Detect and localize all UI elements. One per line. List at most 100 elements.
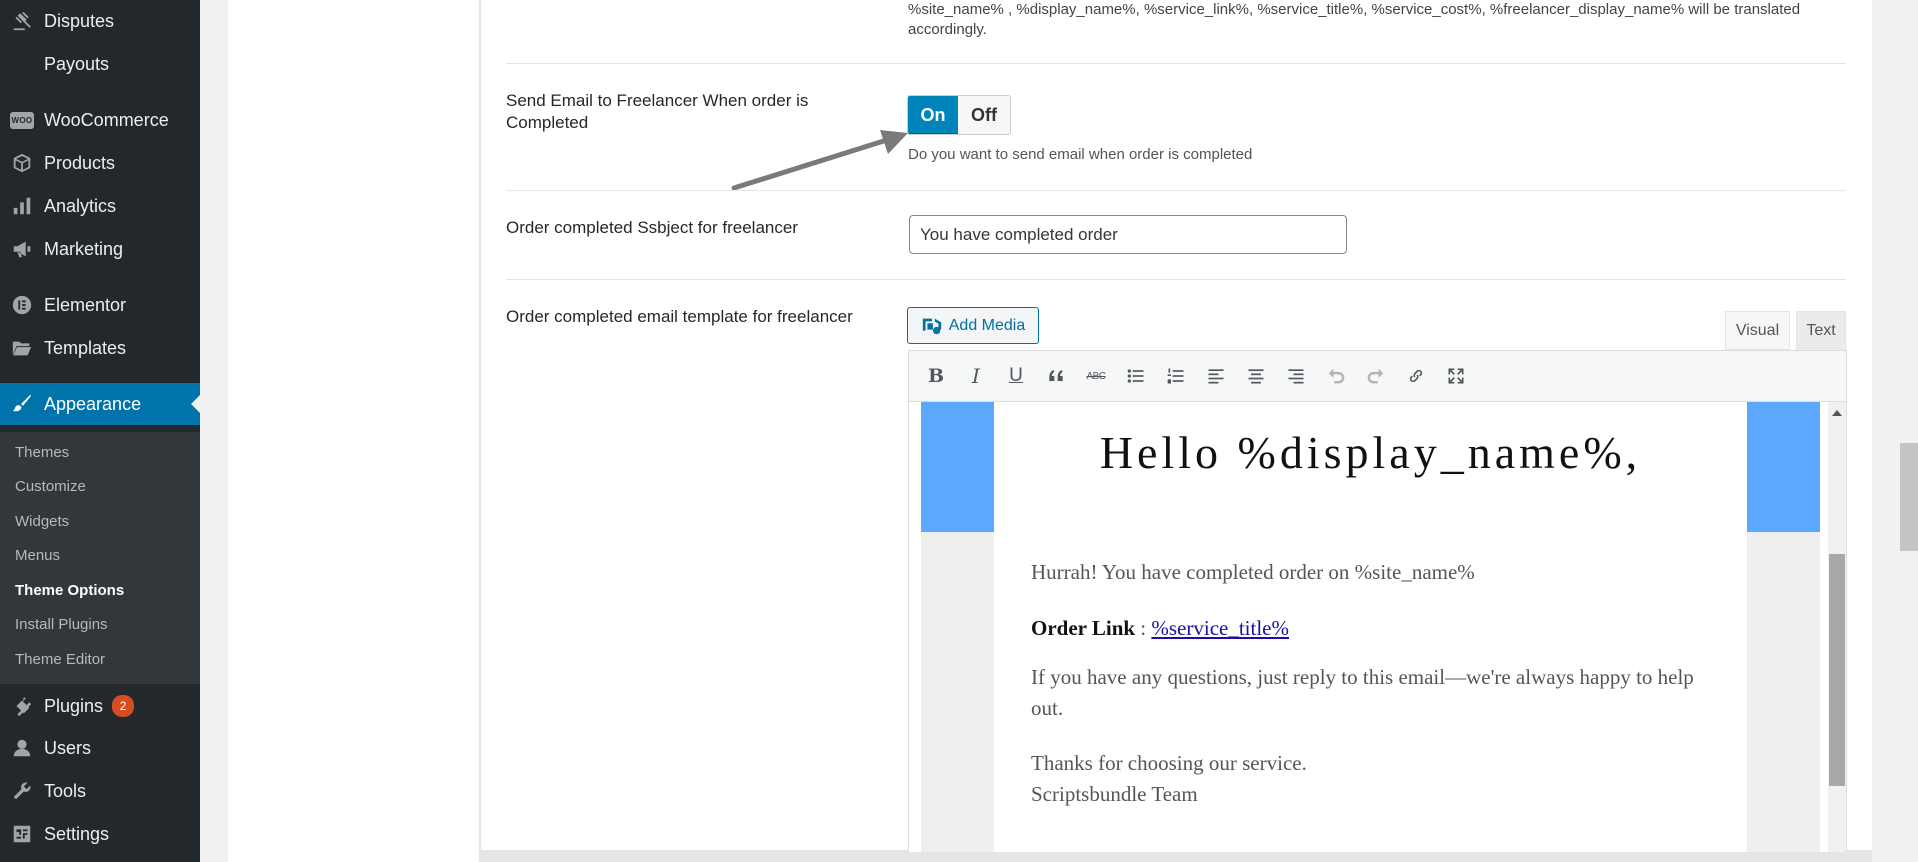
sidebar-item-label: Payouts (44, 53, 110, 74)
sidebar-item-templates[interactable]: Templates (0, 327, 200, 369)
align-left-icon (1208, 369, 1224, 384)
sidebar-item-analytics[interactable]: Analytics (0, 185, 200, 227)
align-center-button[interactable] (1242, 362, 1270, 390)
submenu-item-theme-editor[interactable]: Theme Editor (15, 651, 105, 668)
send-email-toggle[interactable]: On Off (907, 95, 1011, 135)
row-divider (506, 63, 1846, 64)
disputes-icon (10, 9, 34, 33)
placeholder-description: %site_name% , %display_name%, %service_l… (908, 1, 1801, 38)
row-divider (506, 279, 1846, 280)
submenu-item-install-plugins[interactable]: Install Plugins (15, 616, 108, 633)
sidebar-item-plugins[interactable]: Plugins 2 (0, 685, 200, 727)
tab-text[interactable]: Text (1796, 311, 1846, 350)
settings-sliders-icon (10, 822, 34, 846)
editor-toolbar: B I U ABC (908, 350, 1847, 402)
elementor-icon (10, 293, 34, 317)
bold-button[interactable]: B (922, 362, 950, 390)
sidebar-item-disputes[interactable]: Disputes (0, 0, 200, 42)
page-scrollbar-thumb[interactable] (1900, 443, 1918, 551)
submenu-item-theme-options[interactable]: Theme Options (15, 582, 124, 599)
submenu-item-widgets[interactable]: Widgets (15, 513, 69, 530)
subject-label: Order completed Ssbject for freelancer (506, 218, 798, 237)
undo-button[interactable] (1322, 362, 1350, 390)
numbered-list-icon (1167, 368, 1184, 384)
submenu-item-customize[interactable]: Customize (15, 478, 86, 495)
add-media-button[interactable]: Add Media (907, 307, 1039, 344)
order-link-label: Order Link (1031, 616, 1136, 640)
sidebar-item-woocommerce[interactable]: WOO WooCommerce (0, 99, 200, 141)
sidebar-item-settings[interactable]: Settings (0, 813, 200, 855)
template-label: Order completed email template for freel… (506, 307, 853, 326)
wrench-icon (10, 779, 34, 803)
email-body: Hello %display_name%, Hurrah! You have c… (994, 402, 1747, 852)
sidebar-item-label: Appearance (44, 393, 142, 414)
strikethrough-button[interactable]: ABC (1082, 362, 1110, 390)
email-template-editor[interactable]: Hello %display_name%, Hurrah! You have c… (908, 402, 1847, 852)
redo-icon (1367, 368, 1384, 384)
bar-chart-icon (10, 194, 34, 218)
order-link[interactable]: %service_title% (1151, 616, 1289, 640)
sidebar-item-marketing[interactable]: Marketing (0, 228, 200, 270)
sidebar-item-users[interactable]: Users (0, 727, 200, 769)
submenu-item-menus[interactable]: Menus (15, 547, 60, 564)
toggle-off-button[interactable]: Off (958, 96, 1010, 134)
payouts-icon (10, 52, 34, 76)
sidebar-item-label: Elementor (44, 294, 127, 315)
align-right-icon (1288, 369, 1304, 384)
user-icon (10, 736, 34, 760)
redo-button[interactable] (1362, 362, 1390, 390)
sidebar-item-label: Analytics (44, 195, 117, 216)
sidebar-item-payouts[interactable]: Payouts (0, 43, 200, 85)
admin-sidebar: Disputes Payouts WOO WooCommerce Product… (0, 0, 200, 862)
subject-input[interactable] (909, 215, 1347, 254)
scroll-up-icon[interactable] (1832, 410, 1842, 416)
send-email-hint: Do you want to send email when order is … (908, 146, 1253, 163)
editor-scrollbar[interactable] (1828, 402, 1846, 852)
email-signature: Scriptsbundle Team (1031, 782, 1198, 806)
woocommerce-icon: WOO (10, 108, 34, 132)
submenu-item-themes[interactable]: Themes (15, 444, 69, 461)
sidebar-item-elementor[interactable]: Elementor (0, 284, 200, 326)
align-center-icon (1248, 369, 1264, 384)
paintbrush-icon (10, 392, 34, 416)
italic-button[interactable]: I (962, 362, 990, 390)
email-intro: Hurrah! You have completed order on %sit… (1031, 560, 1475, 584)
email-order-link-line: Order Link : %service_title% (1031, 616, 1289, 640)
email-heading: Hello %display_name%, (1099, 427, 1642, 478)
fullscreen-button[interactable] (1442, 362, 1470, 390)
appearance-submenu: Themes Customize Widgets Menus Theme Opt… (0, 432, 200, 684)
sidebar-item-label: Marketing (44, 238, 124, 259)
sidebar-item-label: Templates (44, 337, 127, 358)
email-questions: If you have any questions, just reply to… (1031, 665, 1694, 720)
sidebar-item-label: WooCommerce (44, 109, 169, 130)
bullet-list-button[interactable] (1122, 362, 1150, 390)
annotation-arrow (731, 130, 908, 191)
bullet-list-icon (1127, 369, 1144, 383)
scrollbar-thumb[interactable] (1829, 554, 1845, 786)
underline-button[interactable]: U (1002, 362, 1030, 390)
align-right-button[interactable] (1282, 362, 1310, 390)
options-section-nav (228, 0, 480, 862)
sidebar-item-appearance[interactable]: Appearance (0, 383, 200, 425)
folder-icon (10, 336, 34, 360)
insert-link-button[interactable] (1402, 362, 1430, 390)
sidebar-item-label: Settings (44, 823, 110, 844)
sidebar-item-label: Plugins (44, 695, 104, 716)
align-left-button[interactable] (1202, 362, 1230, 390)
fullscreen-icon (1448, 368, 1464, 384)
blockquote-button[interactable] (1042, 362, 1070, 390)
row-divider (506, 190, 1846, 191)
media-icon (922, 318, 941, 334)
sidebar-item-products[interactable]: Products (0, 142, 200, 184)
sidebar-item-tools[interactable]: Tools (0, 770, 200, 812)
numbered-list-button[interactable] (1162, 362, 1190, 390)
megaphone-icon (10, 237, 34, 261)
tab-visual[interactable]: Visual (1725, 311, 1790, 350)
quote-icon (1049, 370, 1063, 381)
email-thanks: Thanks for choosing our service. (1031, 751, 1307, 775)
sidebar-item-label: Products (44, 152, 116, 173)
plug-icon (10, 694, 34, 718)
undo-icon (1328, 368, 1345, 384)
link-icon (1409, 369, 1423, 383)
sidebar-item-label: Users (44, 737, 92, 758)
